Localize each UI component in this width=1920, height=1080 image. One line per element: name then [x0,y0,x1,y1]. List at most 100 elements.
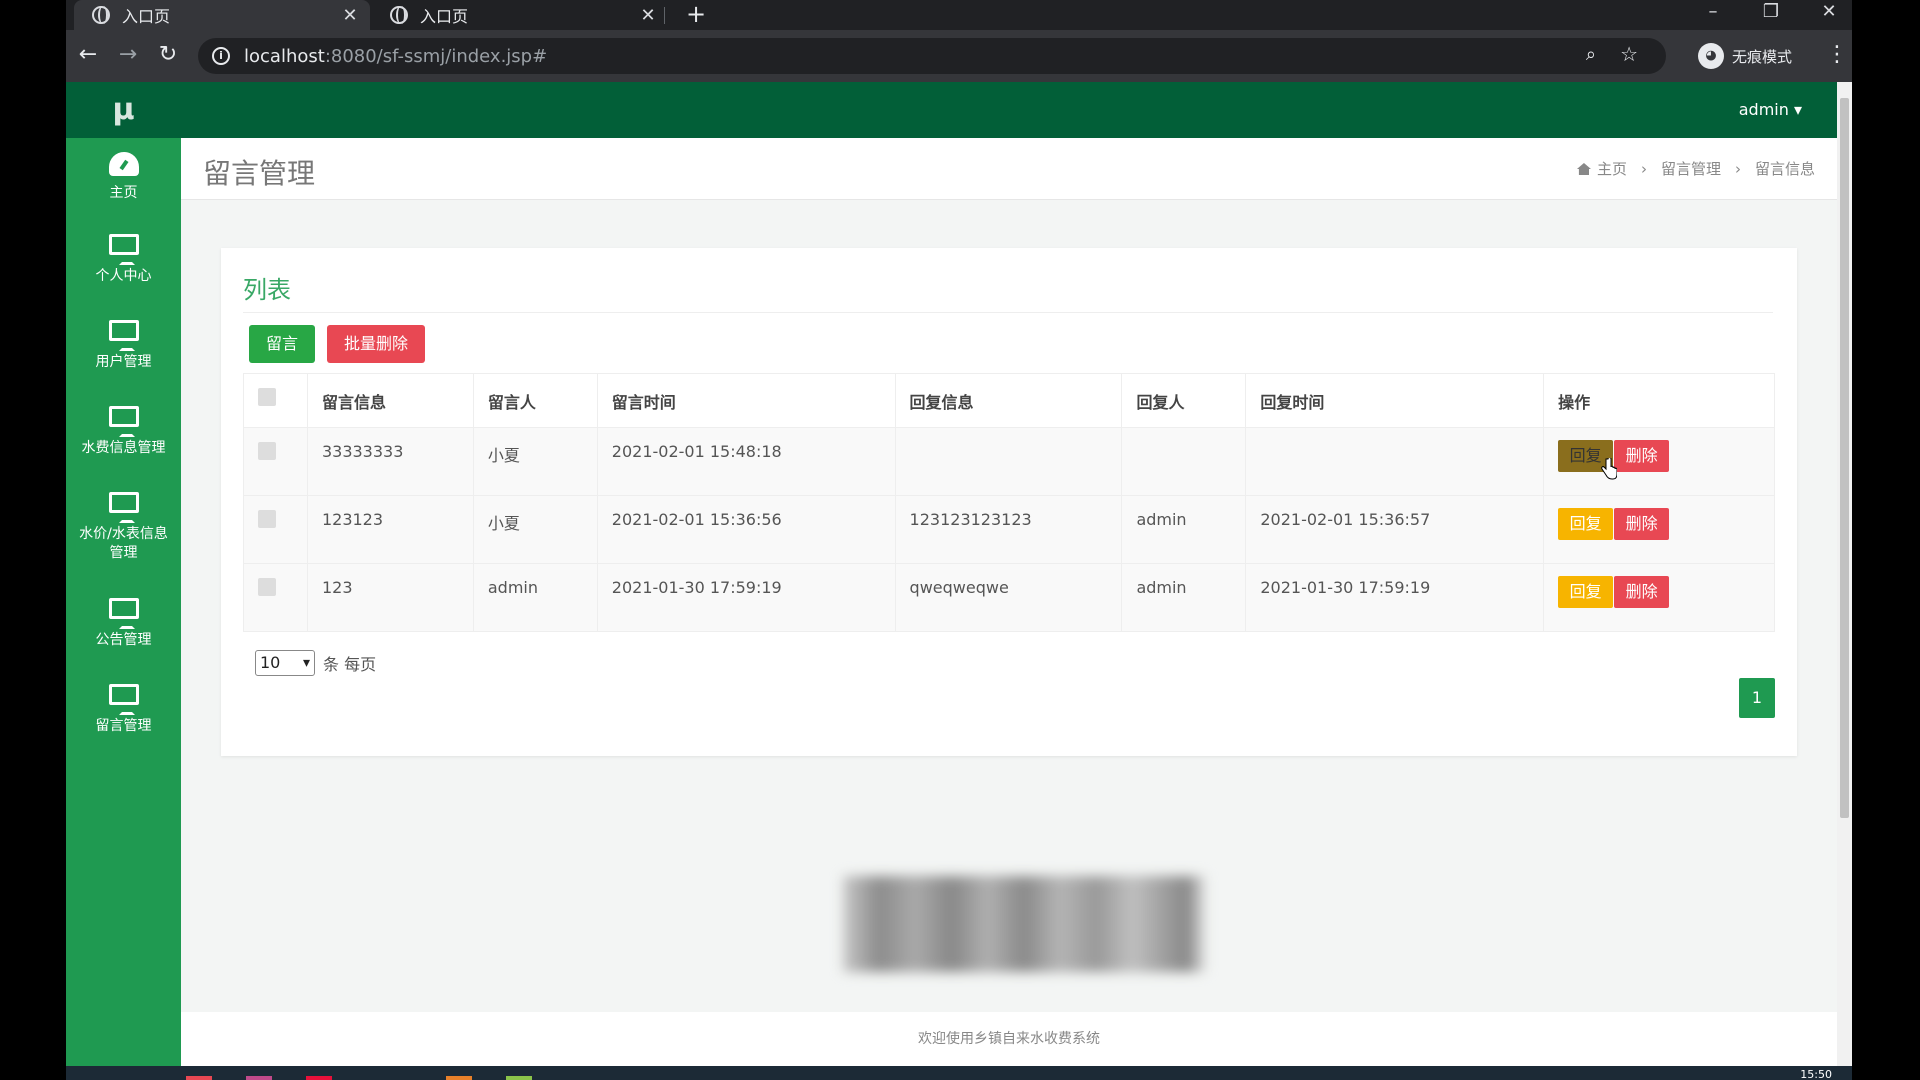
sidebar-item-messages[interactable]: 留言管理 [66,684,181,736]
pagination-page-1[interactable]: 1 [1739,678,1775,718]
actions-cell: 回复 删除 [1543,495,1775,564]
column-header: 回复时间 [1245,373,1545,428]
sidebar-item-label: 水价/水表信息管理 [79,526,168,561]
author-cell: admin [472,563,598,632]
page-header: 留言管理 主页 › 留言管理 › 留言信息 [181,138,1837,200]
message-cell: 123 [306,563,474,632]
user-menu[interactable]: admin ▾ [1739,100,1802,119]
blurred-overlay [843,876,1205,972]
reply-time-cell: 2021-01-30 17:59:19 [1245,563,1545,632]
page-title: 留言管理 [203,157,316,190]
actions-cell: 回复 删除 [1543,427,1775,496]
sidebar-item-water-fee[interactable]: 水费信息管理 [66,406,181,458]
tab-separator [664,7,665,24]
back-icon[interactable]: ← [74,42,102,70]
scrollbar-thumb[interactable] [1840,98,1849,818]
monitor-icon [108,492,139,523]
sidebar-item-profile[interactable]: 个人中心 [66,234,181,286]
select-all-checkbox[interactable] [258,388,276,406]
batch-delete-button[interactable]: 批量删除 [327,325,425,363]
sidebar: μ 主页 个人中心 用户管理 水费信息管理 水价/水表信息管理 公告管理 留言管… [66,82,181,1066]
page-footer: 欢迎使用乡镇自来水收费系统 [181,1012,1837,1066]
message-cell: 123123 [306,495,474,564]
sidebar-item-users[interactable]: 用户管理 [66,320,181,372]
new-tab-button[interactable]: + [686,0,706,30]
card-divider [243,312,1773,313]
reload-icon[interactable]: ↻ [154,42,182,70]
sidebar-item-home[interactable]: 主页 [66,152,181,203]
row-checkbox[interactable] [258,578,276,596]
home-icon [1576,163,1591,175]
bookmark-star-icon[interactable]: ☆ [1620,42,1638,66]
incognito-icon: ◕ [1698,43,1724,69]
sidebar-item-label: 公告管理 [95,632,152,648]
address-bar[interactable]: i localhost:8080/sf-ssmj/index.jsp# ⌕ ☆ [198,38,1666,74]
sidebar-item-label: 水费信息管理 [81,440,166,456]
page-size-label: 条 每页 [323,655,377,674]
delete-button[interactable]: 删除 [1614,508,1670,540]
screen: 入口页 ✕ 入口页 ✕ + – ❐ ✕ ← → ↻ i localhost:80… [66,0,1852,1080]
globe-icon [92,6,110,24]
column-header: 留言人 [472,373,598,428]
row-checkbox[interactable] [258,442,276,460]
actions-cell: 回复 删除 [1543,563,1775,632]
incognito-indicator[interactable]: ◕ 无痕模式 [1698,42,1792,70]
close-icon[interactable]: ✕ [340,5,360,26]
minimize-icon[interactable]: – [1698,0,1728,26]
close-icon[interactable]: ✕ [638,5,658,26]
browser-tab-active[interactable]: 入口页 ✕ [74,0,370,30]
taskbar-app-icon[interactable] [186,1076,212,1080]
delete-button[interactable]: 删除 [1614,440,1670,472]
breadcrumb-home-label: 主页 [1596,160,1627,178]
select-all-cell [243,373,308,428]
replier-cell: admin [1121,563,1247,632]
replier-cell [1121,427,1247,496]
sidebar-item-notices[interactable]: 公告管理 [66,598,181,650]
hand-cursor-icon [1601,458,1617,480]
sidebar-item-label: 主页 [109,185,138,201]
message-table: 留言信息 留言人 留言时间 回复信息 回复人 回复时间 操作 33333333 … [243,373,1775,632]
table-row: 33333333 小夏 2021-02-01 15:48:18 回复 删除 [243,427,1775,496]
delete-button[interactable]: 删除 [1614,576,1670,608]
column-header: 回复人 [1121,373,1247,428]
browser-tab[interactable]: 入口页 ✕ [372,0,668,30]
url-path: :8080/sf-ssmj/index.jsp# [324,45,548,67]
monitor-icon [108,320,139,351]
info-icon[interactable]: i [212,47,230,65]
forward-icon[interactable]: → [114,42,142,70]
page-size-control: 10 条 每页 [255,650,376,676]
breadcrumb-separator: › [1640,159,1647,178]
page-scrollbar[interactable] [1837,82,1852,1066]
taskbar-clock: 15:50 [1800,1068,1832,1080]
add-message-button[interactable]: 留言 [249,325,315,363]
column-header: 回复信息 [894,373,1123,428]
time-cell: 2021-02-01 15:48:18 [596,427,896,496]
taskbar-app-icon[interactable] [506,1076,532,1080]
reply-button[interactable]: 回复 [1558,576,1614,608]
taskbar-app-icon[interactable] [306,1076,332,1080]
breadcrumb-item[interactable]: 留言管理 [1661,158,1721,179]
browser-menu-icon[interactable]: ⋮ [1826,42,1848,67]
taskbar-app-icon[interactable] [446,1076,472,1080]
monitor-icon [108,406,139,437]
breadcrumb-current: 留言信息 [1754,160,1815,178]
column-header: 操作 [1543,373,1775,428]
tab-title: 入口页 [420,7,469,26]
reply-cell [894,427,1123,496]
reply-button[interactable]: 回复 [1558,508,1614,540]
window-close-icon[interactable]: ✕ [1814,0,1844,26]
zoom-icon[interactable]: ⌕ [1586,44,1596,65]
sidebar-item-water-price[interactable]: 水价/水表信息管理 [66,492,181,563]
breadcrumb-home[interactable]: 主页 [1576,158,1627,179]
taskbar-app-icon[interactable] [246,1076,272,1080]
list-card: 列表 留言 批量删除 留言信息 留言人 留言时间 回复信息 回复人 回复时间 操… [221,248,1797,756]
sidebar-item-label: 个人中心 [95,268,152,284]
browser-toolbar: ← → ↻ i localhost:8080/sf-ssmj/index.jsp… [66,30,1852,82]
restore-icon[interactable]: ❐ [1756,0,1786,26]
page-size-select[interactable]: 10 [255,650,315,676]
row-checkbox[interactable] [258,510,276,528]
column-header: 留言信息 [306,373,474,428]
table-header-row: 留言信息 留言人 留言时间 回复信息 回复人 回复时间 操作 [243,373,1775,428]
monitor-icon [108,684,139,715]
author-cell: 小夏 [472,427,598,496]
